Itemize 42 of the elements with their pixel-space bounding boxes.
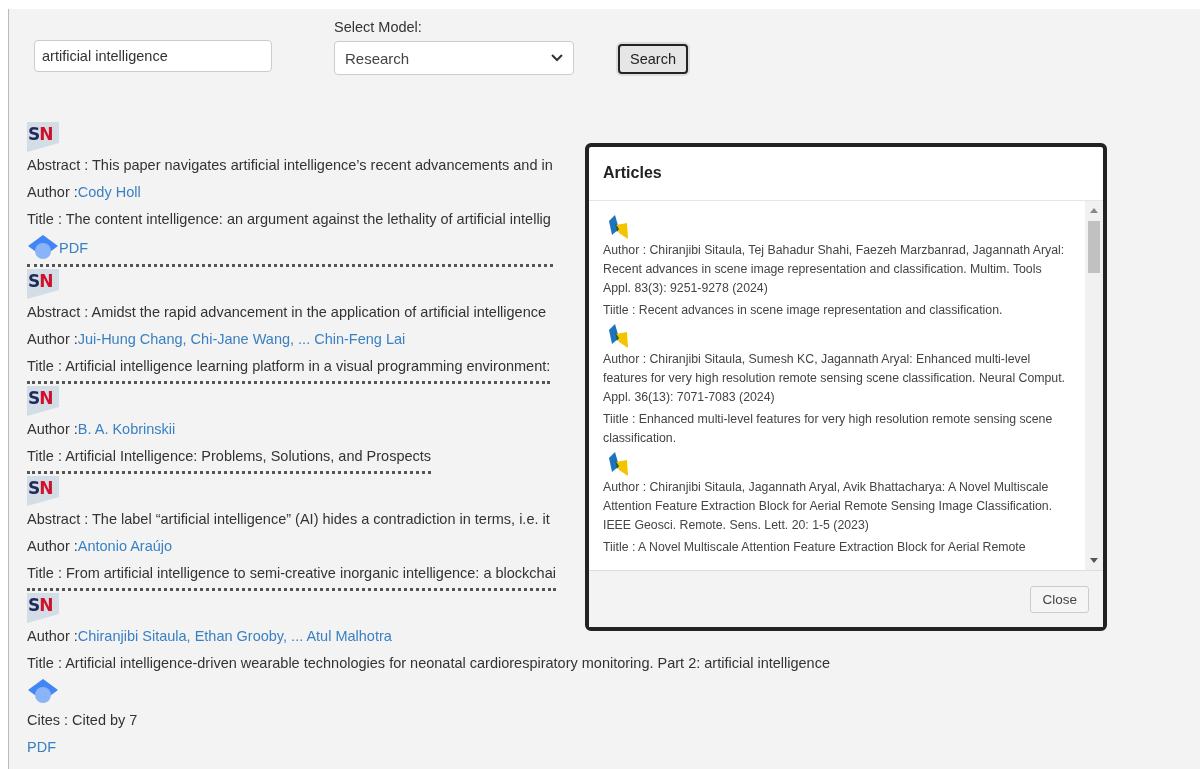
select-model-label: Select Model: [334, 19, 423, 35]
title-text: Title : Artificial Intelligence: Problems, Solutions, and Prospects [27, 447, 432, 466]
abstract-text: Abstract : The label “artificial intelligence” (AI) hides a contradiction in terms, i.e. it [27, 510, 551, 529]
article-author-text: Author : Chiranjibi Sitaula, Sumesh KC, Jagannath Aryal: Enhanced multi-level features for very high resolution remote sensing scene classification. Neural Comput. Appl. 36(13): 7071-7083 (2024) [603, 351, 1067, 406]
article-title-text: Tiitle : Recent advances in scene image representation and classification. [603, 302, 1004, 319]
title-text: Title : Artificial intelligence learning platform in a visual programming environment: [27, 357, 551, 376]
scrollbar-thumb[interactable] [1088, 221, 1100, 273]
publisher-logo: SN [27, 386, 59, 416]
author-link[interactable]: B. A. Kobrinskii [77, 421, 176, 437]
citation-count: Cites : Cited by 7 [27, 711, 139, 730]
close-button[interactable]: Close [1030, 585, 1089, 613]
article-title-text: Tiitle : A Novel Multiscale Attention Feature Extraction Block for Aerial Remote [603, 539, 1027, 556]
pdf-link[interactable]: PDF [27, 739, 56, 755]
scroll-down-arrow-icon[interactable] [1090, 558, 1098, 563]
folded-pages-icon [607, 324, 629, 350]
publisher-logo: SN [27, 122, 59, 152]
author-label: Author : [27, 421, 78, 437]
article-author-text: Author : Chiranjibi Sitaula, Tej Bahadur Shahi, Faezeh Marzbanrad, Jagannath Aryal: Recent advances in scene image representation and classification. Multim. Tools Appl. 83(3): 9251-9278 (2024) [603, 242, 1066, 297]
pdf-link[interactable]: PDF [59, 234, 88, 262]
publisher-logo: SN [27, 593, 59, 623]
author-label: Author : [27, 628, 78, 644]
abstract-text: Abstract : Amidst the rapid advancement in the application of artificial intelligence [27, 303, 548, 322]
publisher-logo: SN [27, 269, 59, 299]
title-text: Title : Artificial intelligence-driven wearable technologies for neonatal cardiorespiratory monitoring. Part 2: artificial intelligence [27, 654, 830, 673]
title-text: Title : The content intelligence: an argument against the lethality of artificial intellig [27, 210, 552, 229]
author-label: Author : [27, 184, 78, 200]
search-button[interactable]: Search [618, 44, 688, 74]
abstract-text: Abstract : This paper navigates artificial intelligence’s recent advancements and in [27, 156, 553, 175]
title-text: Title : From artificial intelligence to semi-creative inorganic intelligence: a blockchai [27, 564, 556, 583]
publisher-logo: SN [27, 476, 59, 506]
folded-pages-icon [607, 215, 629, 241]
author-label: Author : [27, 331, 78, 347]
dialog-title: Articles [603, 164, 662, 181]
scrollbar[interactable] [1085, 201, 1103, 570]
article-author-text: Author : Chiranjibi Sitaula, Jagannath Aryal, Avik Bhattacharya: A Novel Multiscale Attention Feature Extraction Block for Aerial Remote Sensing Image Classification. IEEE Geosci. Remote. Sens. Lett. 20: 1-5 (2023) [603, 479, 1054, 534]
chevron-down-icon [551, 54, 563, 62]
article-title-text: Tiitle : Enhanced multi-level features for very high resolution remote sensing scene classification. [603, 411, 1054, 447]
model-dropdown[interactable]: Research [334, 41, 574, 75]
folded-pages-icon [607, 452, 629, 478]
search-field[interactable]: artificial intelligence [34, 40, 272, 72]
author-label: Author : [27, 538, 78, 554]
scroll-up-arrow-icon[interactable] [1090, 208, 1098, 213]
